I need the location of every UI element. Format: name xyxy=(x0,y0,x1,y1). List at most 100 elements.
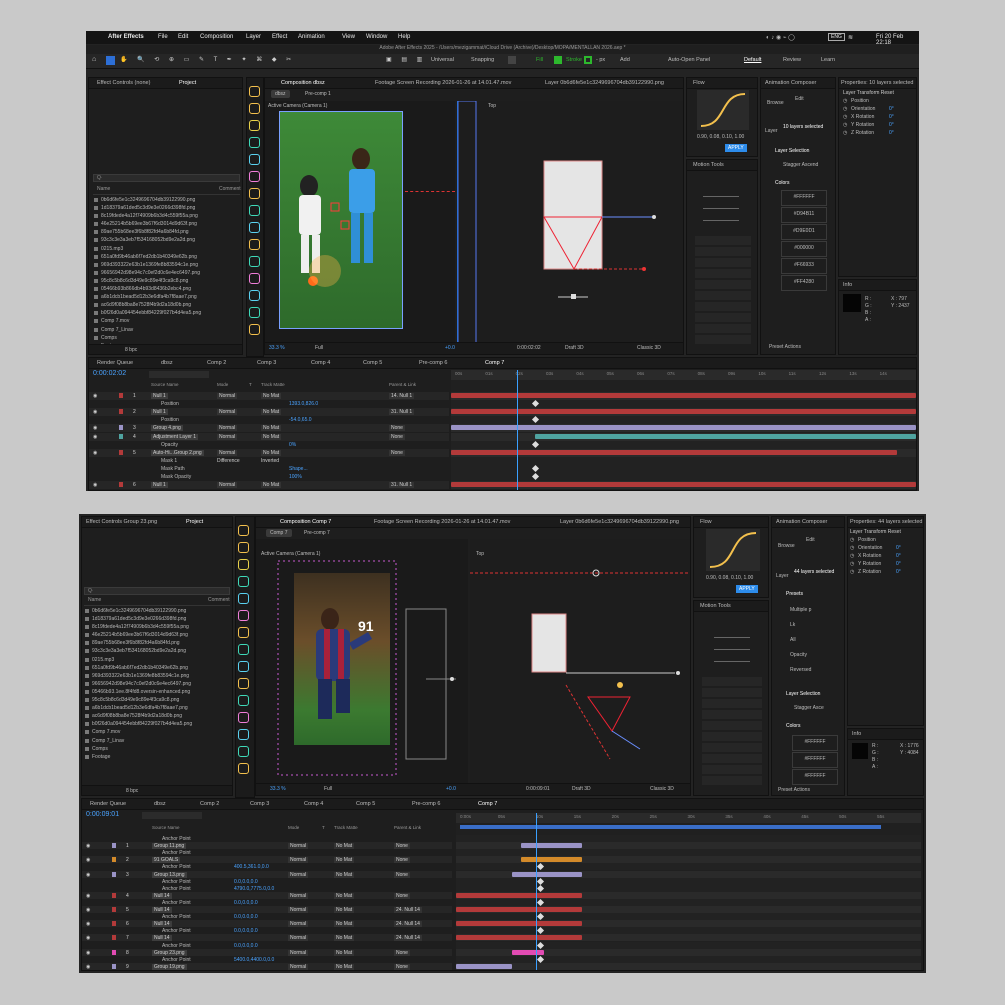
blend-mode-select[interactable]: Normal xyxy=(217,482,238,489)
colors-heading[interactable]: Colors xyxy=(775,180,789,186)
selection-tool-icon[interactable] xyxy=(106,56,115,65)
script-button-icon[interactable] xyxy=(249,307,260,318)
layer-name[interactable]: Null 1 xyxy=(151,482,168,489)
flow-apply-button[interactable]: APPLY xyxy=(725,144,747,152)
time-ruler[interactable]: 0:00s 05s 10s 15s 20s 25s 30s 35s 40s 45s 50s 55s xyxy=(456,813,921,823)
zoom-level[interactable]: 33.3 % xyxy=(270,786,286,792)
flow-apply-button[interactable]: APPLY xyxy=(736,585,758,593)
fill-label[interactable]: Fill xyxy=(536,57,543,63)
timeline-timecode[interactable]: 0:00:09:01 xyxy=(86,811,119,818)
property-row[interactable]: Position 1393.0,826.0 xyxy=(89,400,449,408)
timeline-tab[interactable]: dbsz xyxy=(161,360,173,366)
project-file-item[interactable]: 8c19fdede4a12f74909b6b3d4c559f55a.png xyxy=(84,623,224,631)
parent-select[interactable]: 24. Null 14 xyxy=(394,921,422,928)
layer-name[interactable]: Null 14 xyxy=(152,907,172,913)
timeline-tab[interactable]: Comp 2 xyxy=(200,801,219,807)
property-row[interactable]: Anchor Point 0.0,0.0,0.0 xyxy=(82,927,452,934)
preset-item[interactable]: Multiple p xyxy=(790,603,844,618)
layer-row[interactable]: ◉ 4 Adjustment Layer 1 Normal No Mat None xyxy=(89,432,449,441)
tab-footage[interactable]: Footage Screen Recording 2026-01-26 at 1… xyxy=(375,80,511,86)
layer-row[interactable]: ◉ 4 Null 14 Normal No Mat None xyxy=(82,891,452,899)
project-file-item[interactable]: 1d18379a61ded5c3d9e3e0266d398fd.png xyxy=(93,204,233,212)
menu-layer[interactable]: Layer xyxy=(246,34,261,40)
layer-row[interactable]: ◉ 3 Group 4.png Normal No Mat None xyxy=(89,424,449,433)
fill-swatch[interactable] xyxy=(554,56,562,64)
property-row[interactable]: ◷ Position xyxy=(850,537,922,545)
color-swatch[interactable]: #D9E0D1 xyxy=(781,224,827,240)
color-swatch[interactable]: #FF4280 xyxy=(781,275,827,291)
timeline-tab[interactable]: Pre-comp 6 xyxy=(412,801,440,807)
col-parent[interactable]: Parent & Link xyxy=(394,825,421,830)
project-file-item[interactable]: 95c8c5b8c6d3d49e9c89e4f3ca9c8.png xyxy=(93,277,233,285)
script-button-icon[interactable] xyxy=(249,239,260,250)
track-matte-select[interactable]: No Mat xyxy=(334,963,355,970)
script-button-icon[interactable] xyxy=(249,171,260,182)
tab-footage[interactable]: Footage Screen Recording 2026-01-26 at 1… xyxy=(374,519,510,525)
project-file-item[interactable]: 0b6d6fe5e1c3249696704db39122990.png xyxy=(93,196,233,204)
property-value[interactable]: -54.0,65.0 xyxy=(289,417,312,423)
track-matte-select[interactable]: No Mat xyxy=(334,921,355,928)
tab-composition[interactable]: Composition dbsz xyxy=(281,80,325,86)
project-file-item[interactable]: 8c19fdede4a12f74909b6b3d4c559f55a.png xyxy=(93,212,233,220)
layer-duration-bar[interactable] xyxy=(511,871,582,877)
color-swatch[interactable]: #000000 xyxy=(781,241,827,257)
script-button-icon[interactable] xyxy=(238,610,249,621)
edit-tab[interactable]: Edit xyxy=(806,537,815,543)
script-button-icon[interactable] xyxy=(238,746,249,757)
keyframe-icon[interactable] xyxy=(531,440,540,448)
parent-select[interactable]: None xyxy=(394,857,410,864)
label-color-chip[interactable] xyxy=(119,482,123,488)
project-file-item[interactable]: Comp 7_Linav xyxy=(93,326,233,334)
track-matte-select[interactable]: No Mat xyxy=(261,449,282,456)
stopwatch-icon[interactable]: ◷ xyxy=(843,122,847,128)
project-file-item[interactable]: Comp 7.mov xyxy=(93,317,233,325)
parent-select[interactable]: 24. Null 14 xyxy=(394,907,422,913)
parent-select[interactable]: None xyxy=(394,963,410,970)
parent-select[interactable]: 31. Null 1 xyxy=(389,409,415,416)
universal-label[interactable]: Universal xyxy=(431,57,454,63)
blend-mode-select[interactable]: Normal xyxy=(288,921,309,928)
script-button-icon[interactable] xyxy=(249,205,260,216)
blend-mode-select[interactable]: Normal xyxy=(217,425,238,432)
property-row[interactable]: ◷ Y Rotation 0° xyxy=(843,122,915,130)
renderer-select[interactable]: Draft 3D xyxy=(565,345,584,351)
col-track-matte[interactable]: Track Matte xyxy=(261,382,285,387)
property-value[interactable]: 4790.0,7775.0,0.0 xyxy=(234,886,274,892)
colors-heading[interactable]: Colors xyxy=(786,723,800,729)
property-row[interactable]: Mask Path Shape... xyxy=(89,465,449,473)
project-file-item[interactable]: 651a0fd9b46ab6f7ed2db1b40349e62b.png xyxy=(93,253,233,261)
track-matte-select[interactable]: No Mat xyxy=(334,843,355,850)
menu-animation[interactable]: Animation xyxy=(298,34,325,40)
track-matte-select[interactable]: No Mat xyxy=(334,857,355,864)
property-row[interactable]: ◷ Orientation 0° xyxy=(843,106,915,114)
exposure-value[interactable]: +0.0 xyxy=(445,345,455,351)
stroke-swatch[interactable] xyxy=(584,56,592,64)
property-value[interactable]: 0° xyxy=(896,561,901,567)
property-row[interactable]: Mask Opacity 100% xyxy=(89,473,449,481)
bit-depth-label[interactable]: 8 bpc xyxy=(126,788,138,794)
property-row[interactable]: Mask 1 Difference Inverted xyxy=(89,457,449,465)
label-color-chip[interactable] xyxy=(112,935,116,941)
project-file-item[interactable]: 0215.mp3 xyxy=(84,656,224,664)
script-button-icon[interactable] xyxy=(249,154,260,165)
project-file-item[interactable]: 46e25214b5b69ee3b67f6d3014d9d63f.png xyxy=(93,220,233,228)
label-color-chip[interactable] xyxy=(112,892,116,898)
property-value[interactable]: 0° xyxy=(896,545,901,551)
project-file-item[interactable]: ac6d9f08b8ba8e7528f4b9d2a18d0b.png xyxy=(93,301,233,309)
layer-row[interactable]: ◉ 3 Group 13.png Normal No Mat None xyxy=(82,870,452,878)
preset-item[interactable]: Lk xyxy=(790,618,844,633)
tab-effect-controls[interactable]: Effect Controls Group 23.png xyxy=(86,519,157,525)
layer-selection-heading[interactable]: Layer Selection xyxy=(786,691,820,697)
snapping-label[interactable]: Snapping xyxy=(471,57,494,63)
slider-track[interactable] xyxy=(703,208,739,209)
stopwatch-icon[interactable]: ◷ xyxy=(850,553,854,559)
script-button-icon[interactable] xyxy=(238,695,249,706)
property-row[interactable]: Anchor Point xyxy=(82,849,452,856)
script-button-icon[interactable] xyxy=(238,712,249,723)
col-t[interactable]: T xyxy=(322,825,325,830)
tool-icons[interactable]: ✋ 🔍 ⟲ ⊕ ▭ ✎ T ✒ ✦ ⌘ ◆ ✂ xyxy=(120,56,295,63)
project-file-item[interactable]: 05466b93b866db4b93d8436b2ebc4.png xyxy=(93,285,233,293)
blend-mode-select[interactable]: Normal xyxy=(217,433,238,440)
label-color-chip[interactable] xyxy=(112,907,116,912)
property-value[interactable]: 0° xyxy=(889,130,894,136)
